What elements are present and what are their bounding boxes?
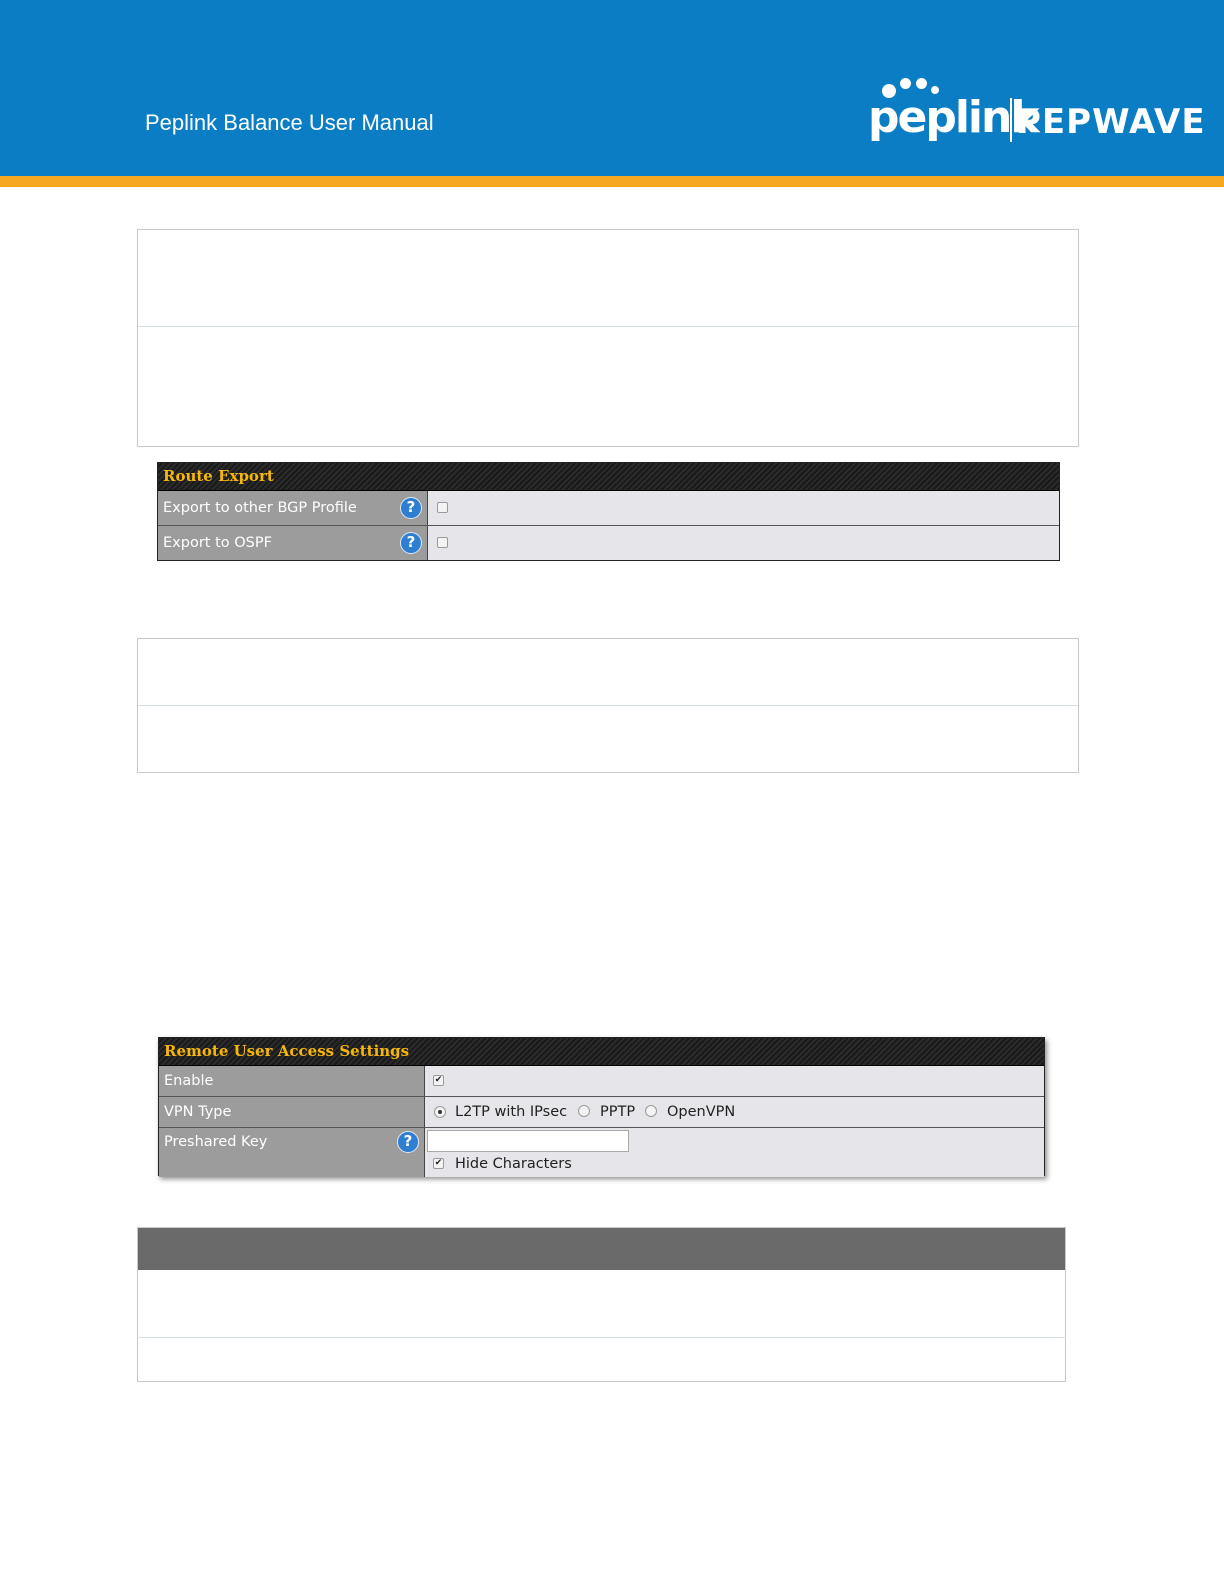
- header-accent-stripe: [0, 176, 1224, 187]
- help-icon[interactable]: ?: [397, 1131, 419, 1153]
- remote-access-panel: Remote User Access Settings Enable ✔ VPN…: [158, 1037, 1045, 1177]
- export-bgp-label: Export to other BGP Profile: [163, 500, 357, 516]
- vpn-type-openvpn-label: OpenVPN: [667, 1104, 736, 1120]
- vpn-type-pptp-radio[interactable]: [578, 1105, 590, 1117]
- route-export-panel: Route Export Export to other BGP Profile…: [157, 462, 1060, 561]
- table-row-divider: [138, 705, 1078, 706]
- export-ospf-label: Export to OSPF: [163, 535, 272, 551]
- enable-label: Enable: [164, 1073, 214, 1089]
- help-icon[interactable]: ?: [400, 497, 422, 519]
- hide-characters-checkbox[interactable]: ✔: [433, 1158, 444, 1169]
- empty-table-2: [137, 638, 1079, 773]
- remote-access-title: Remote User Access Settings: [159, 1038, 1044, 1066]
- empty-table-3: [137, 1227, 1066, 1382]
- table-row-divider: [137, 1337, 1066, 1338]
- peplink-pepwave-logo: peplink PEPWAVE: [868, 74, 1205, 146]
- hide-characters-label: Hide Characters: [455, 1156, 572, 1172]
- empty-table-1: [137, 229, 1079, 447]
- export-ospf-row: Export to OSPF ?: [158, 525, 1059, 560]
- enable-row: Enable ✔: [159, 1066, 1044, 1096]
- vpn-type-row: VPN Type L2TP with IPsec PPTP OpenVPN: [159, 1096, 1044, 1127]
- preshared-key-input[interactable]: [427, 1130, 629, 1152]
- page-header: Peplink Balance User Manual peplink PEPW…: [0, 0, 1224, 176]
- vpn-type-label: VPN Type: [164, 1104, 232, 1120]
- table-row-divider: [138, 326, 1078, 327]
- logo-peplink-wordmark: peplink: [868, 92, 1040, 143]
- route-export-title: Route Export: [158, 463, 1059, 491]
- export-ospf-checkbox[interactable]: [437, 537, 448, 548]
- logo-pepwave-wordmark: PEPWAVE: [1016, 102, 1206, 142]
- enable-checkbox[interactable]: ✔: [433, 1075, 444, 1086]
- export-bgp-checkbox[interactable]: [437, 502, 448, 513]
- help-icon[interactable]: ?: [400, 532, 422, 554]
- table-header-bar: [138, 1228, 1065, 1270]
- manual-title: Peplink Balance User Manual: [145, 110, 434, 135]
- vpn-type-openvpn-radio[interactable]: [645, 1105, 657, 1117]
- vpn-type-l2tp-radio[interactable]: [434, 1106, 446, 1118]
- preshared-key-label: Preshared Key: [164, 1134, 268, 1150]
- export-bgp-row: Export to other BGP Profile ?: [158, 491, 1059, 525]
- vpn-type-l2tp-label: L2TP with IPsec: [455, 1104, 568, 1120]
- vpn-type-pptp-label: PPTP: [600, 1104, 636, 1120]
- preshared-key-row: Preshared Key ? ✔ Hide Characters: [159, 1127, 1044, 1177]
- logo-divider: [1010, 98, 1012, 142]
